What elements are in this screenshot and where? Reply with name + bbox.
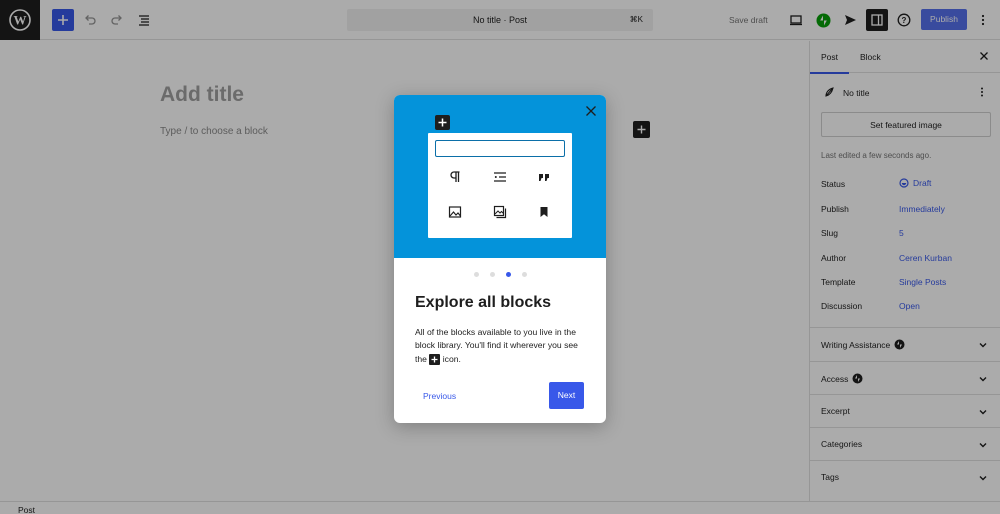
image-icon [448,206,462,218]
next-button[interactable]: Next [549,382,584,409]
page-dot-3[interactable] [505,272,511,277]
guide-text-part-1: All of the blocks available to you live … [415,327,578,364]
guide-illustration [394,95,606,258]
guide-title: Explore all blocks [415,294,552,311]
guide-text-part-2: icon. [442,353,461,364]
page-dot-4[interactable] [521,272,527,277]
quote-icon [539,174,549,181]
previous-button[interactable]: Previous [423,391,456,401]
bookmark-icon [540,207,548,217]
page-indicator [394,272,606,280]
paragraph-icon [450,171,460,182]
illustration-search-field [435,140,565,157]
welcome-guide-modal: Explore all blocks All of the blocks ava… [394,95,606,423]
illustration-block-library [428,133,572,238]
close-icon[interactable] [584,104,598,118]
page-dot-1[interactable] [473,272,479,277]
list-icon [494,172,506,182]
plus-icon [429,353,441,365]
page-dot-2[interactable] [489,272,495,277]
gallery-icon [493,205,507,219]
illustration-plus-icon [435,115,450,130]
guide-description: All of the blocks available to you live … [415,326,591,366]
